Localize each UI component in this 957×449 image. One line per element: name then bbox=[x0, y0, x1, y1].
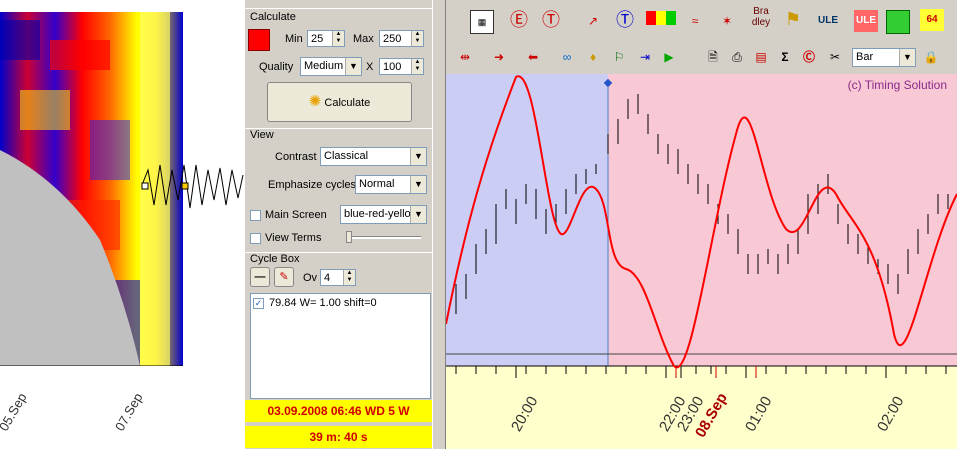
brush-button[interactable]: ✎ bbox=[274, 267, 294, 287]
chevron-down-icon[interactable]: ▼ bbox=[899, 49, 915, 66]
price-chart[interactable] bbox=[446, 74, 957, 449]
view-group: View Contrast Classical ▼ Emphasize cycle… bbox=[245, 128, 432, 251]
spinner-arrows-icon[interactable]: ▲ ▼ bbox=[411, 59, 423, 74]
chevron-down-icon[interactable]: ▼ bbox=[410, 176, 426, 193]
slider-thumb[interactable] bbox=[346, 231, 352, 243]
chevron-down-icon[interactable]: ▼ bbox=[410, 148, 426, 165]
max-label: Max bbox=[353, 33, 374, 45]
x-label: X bbox=[366, 61, 374, 73]
c-red-icon[interactable]: Ⓒ bbox=[798, 46, 820, 68]
calculate-title: Calculate bbox=[250, 11, 296, 23]
toolbar-secondary: ⇹ ➜ ⬅ ∞ ♦ ⚐ ⇥ ▶ 🗎 ⎙ ▤ Σ Ⓒ ✂ Bar ▼ 🔒 bbox=[446, 42, 957, 74]
watermark: (c) Timing Solution bbox=[847, 78, 947, 92]
tick-label: 05.Sep bbox=[0, 390, 30, 434]
color-swatch-button[interactable] bbox=[248, 29, 270, 51]
main-chart[interactable]: (c) Timing Solution 20:00 22:00 23:00 08… bbox=[446, 74, 957, 449]
contrast-label: Contrast bbox=[275, 151, 317, 163]
main-screen-checkbox[interactable] bbox=[250, 210, 261, 221]
lock-icon[interactable]: 🔒 bbox=[920, 46, 942, 68]
calculate-button-label: Calculate bbox=[324, 97, 371, 109]
emphasize-select[interactable]: Normal ▼ bbox=[355, 175, 427, 194]
marker-icon[interactable]: ♦ bbox=[582, 46, 604, 68]
calculate-group: Calculate Min 25 ▲ ▼ Max 250 ▲ ▼ Quality Med… bbox=[245, 8, 432, 127]
arrow-right-icon[interactable]: ➜ bbox=[488, 46, 510, 68]
brush-icon: ✎ bbox=[279, 271, 289, 283]
t-circle-icon[interactable]: Ⓣ bbox=[540, 9, 562, 31]
cycle-item-text: 79.84 W= 1.00 shift=0 bbox=[269, 297, 377, 309]
spectrum-axis: 05.Sep 07.Sep bbox=[0, 366, 245, 449]
ule-red-button[interactable]: ULE bbox=[854, 10, 878, 32]
sigma-icon[interactable]: Σ bbox=[774, 46, 796, 68]
chevron-down-icon[interactable]: ▼ bbox=[410, 206, 426, 223]
trend-icon[interactable]: ↗ bbox=[582, 10, 604, 32]
main-screen-value: blue-red-yellow bbox=[344, 208, 419, 220]
spinner-arrows-icon[interactable]: ▲ ▼ bbox=[332, 31, 344, 46]
tick-label: 07.Sep bbox=[112, 390, 146, 434]
max-value: 250 bbox=[383, 33, 402, 45]
num-64-button[interactable]: 64 bbox=[920, 9, 944, 31]
ov-label: Ov bbox=[303, 272, 318, 284]
quality-select[interactable]: Medium ▼ bbox=[300, 57, 362, 76]
spectrum-panel[interactable]: 05.Sep 07.Sep bbox=[0, 0, 245, 449]
align-icon[interactable]: ⇥ bbox=[634, 46, 656, 68]
max-spinner[interactable]: 250 ▲ ▼ bbox=[379, 30, 424, 47]
t-blue-icon[interactable]: Ⓣ bbox=[614, 9, 636, 31]
flag-green-icon[interactable]: ⚐ bbox=[608, 46, 630, 68]
document-icon[interactable]: 🗎 bbox=[702, 46, 724, 68]
emphasize-label: Emphasize cycles bbox=[268, 179, 357, 191]
box-icon[interactable] bbox=[886, 10, 910, 34]
emphasize-value: Normal bbox=[359, 178, 395, 190]
ov-spinner[interactable]: 4 ▲ ▼ bbox=[320, 269, 356, 286]
chart-icon[interactable]: ▤ bbox=[750, 46, 772, 68]
minus-icon: — bbox=[254, 271, 266, 283]
cycle-checkbox[interactable]: ✓ bbox=[253, 298, 264, 309]
expand-icon[interactable]: ⇹ bbox=[454, 46, 476, 68]
splitter[interactable] bbox=[432, 0, 446, 449]
cycle-list[interactable]: ✓ 79.84 W= 1.00 shift=0 bbox=[250, 293, 431, 399]
list-item[interactable]: ✓ 79.84 W= 1.00 shift=0 bbox=[253, 297, 423, 310]
view-terms-checkbox[interactable] bbox=[250, 233, 261, 244]
ov-value: 4 bbox=[324, 272, 331, 284]
view-terms-label: View Terms bbox=[265, 232, 322, 244]
x-value: 100 bbox=[383, 61, 402, 73]
contrast-select[interactable]: Classical ▼ bbox=[320, 147, 427, 166]
view-title: View bbox=[250, 129, 274, 141]
min-value: 25 bbox=[311, 33, 324, 45]
flag-icon[interactable]: ⚑ bbox=[782, 8, 804, 30]
tools-icon[interactable]: ✂ bbox=[824, 46, 846, 68]
x-spinner[interactable]: 100 ▲ ▼ bbox=[379, 58, 424, 75]
sun-icon: ✺ bbox=[308, 93, 322, 110]
contrast-value: Classical bbox=[324, 150, 369, 162]
calculate-button[interactable]: ✺ Calculate bbox=[267, 82, 412, 122]
spinner-arrows-icon[interactable]: ▲ ▼ bbox=[411, 31, 423, 46]
ule-button[interactable]: ULE bbox=[814, 10, 842, 32]
go-icon[interactable]: ▶ bbox=[658, 46, 680, 68]
link-icon[interactable]: ∞ bbox=[556, 46, 578, 68]
quality-value: Medium bbox=[304, 60, 344, 72]
bar-type-value: Bar bbox=[856, 51, 874, 63]
print-icon[interactable]: ⎙ bbox=[726, 46, 748, 68]
view-terms-slider[interactable] bbox=[347, 236, 421, 239]
color-bars-icon[interactable] bbox=[646, 11, 676, 25]
main-screen-select[interactable]: blue-red-yellow ▼ bbox=[340, 205, 427, 224]
min-label: Min bbox=[285, 33, 303, 45]
spectrum-heatmap[interactable] bbox=[0, 0, 245, 366]
pattern-icon[interactable]: ✶ bbox=[716, 10, 738, 32]
arrow-left-icon[interactable]: ⬅ bbox=[522, 46, 544, 68]
min-spinner[interactable]: 25 ▲ ▼ bbox=[307, 30, 345, 47]
toolbar-main: ▦ Ⓔ Ⓣ ↗ Ⓣ ≈ ✶ Bra dley ⚑ ULE ULE 64 bbox=[446, 0, 957, 43]
status-elapsed: 39 m: 40 s bbox=[245, 426, 432, 448]
calculator-icon[interactable]: ▦ bbox=[470, 10, 494, 34]
minus-button[interactable]: — bbox=[250, 267, 270, 287]
cycle-box-title: Cycle Box bbox=[250, 253, 300, 265]
spinner-arrows-icon[interactable]: ▲ ▼ bbox=[343, 270, 355, 285]
bar-type-select[interactable]: Bar ▼ bbox=[852, 48, 916, 67]
main-screen-label: Main Screen bbox=[265, 209, 327, 221]
status-date: 03.09.2008 06:46 WD 5 W bbox=[245, 400, 432, 422]
bradley-button[interactable]: Bra dley bbox=[746, 6, 776, 28]
chevron-down-icon[interactable]: ▼ bbox=[345, 58, 361, 75]
e-circle-icon[interactable]: Ⓔ bbox=[508, 9, 530, 31]
wave-icon[interactable]: ≈ bbox=[684, 10, 706, 32]
quality-label: Quality bbox=[259, 61, 294, 73]
